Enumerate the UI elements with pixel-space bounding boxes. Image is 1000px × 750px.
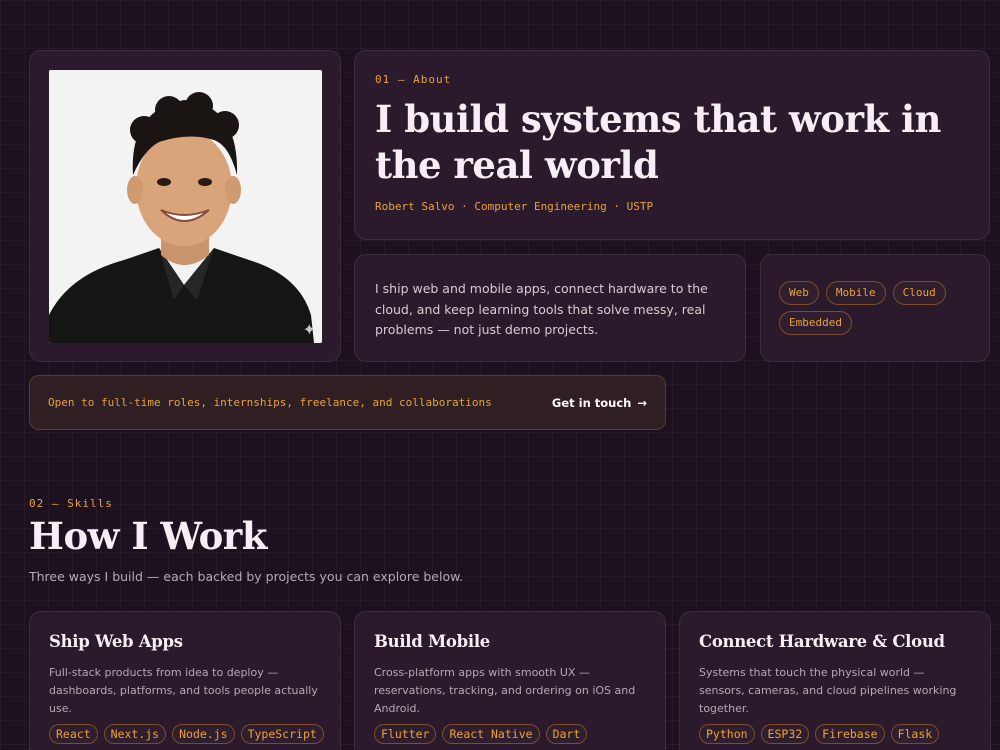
skill-card-tags: Flutter React Native Dart xyxy=(374,724,646,744)
tag-embedded: Embedded xyxy=(779,311,852,335)
skill-card-mobile[interactable]: Build Mobile Cross-platform apps with sm… xyxy=(354,611,666,750)
focus-tags-card: Web Mobile Cloud Embedded xyxy=(760,254,990,362)
tag-typescript: TypeScript xyxy=(240,724,324,744)
tag-web: Web xyxy=(779,281,819,305)
tag-flutter: Flutter xyxy=(374,724,437,744)
arrow-right-icon: → xyxy=(637,395,647,410)
skills-subtitle: Three ways I build — each backed by proj… xyxy=(29,569,464,584)
skill-card-tags: Python ESP32 Firebase Flask xyxy=(699,724,971,744)
get-in-touch-label: Get in touch xyxy=(551,395,632,410)
tag-python: Python xyxy=(699,724,755,744)
sparkle-icon: ✦ xyxy=(302,320,316,339)
about-meta: Robert Salvo · Computer Engineering · US… xyxy=(375,200,654,213)
tag-dart: Dart xyxy=(545,724,588,744)
about-title: I build systems that work in the real wo… xyxy=(375,97,941,187)
skill-card-title: Build Mobile xyxy=(374,632,491,651)
availability-text: Open to full-time roles, internships, fr… xyxy=(48,396,492,409)
skills-title: How I Work xyxy=(29,514,267,558)
skills-eyebrow: 02 — Skills xyxy=(29,497,113,510)
about-card: 01 — About I build systems that work in … xyxy=(354,50,990,240)
tag-flask: Flask xyxy=(890,724,940,744)
profile-photo: ✦ xyxy=(49,70,322,343)
skill-card-hardware[interactable]: Connect Hardware & Cloud Systems that to… xyxy=(679,611,991,750)
tag-react-native: React Native xyxy=(442,724,540,744)
skill-card-desc: Full-stack products from idea to deploy … xyxy=(49,666,318,715)
skill-card-web[interactable]: Ship Web Apps Full-stack products from i… xyxy=(29,611,341,750)
availability-banner: Open to full-time roles, internships, fr… xyxy=(29,375,666,430)
tag-cloud: Cloud xyxy=(892,281,946,305)
tag-firebase: Firebase xyxy=(815,724,885,744)
bio-card: I ship web and mobile apps, connect hard… xyxy=(354,254,746,362)
focus-tags: Web Mobile Cloud Embedded xyxy=(779,281,971,335)
skill-card-tags: React Next.js Node.js TypeScript xyxy=(49,724,324,744)
portrait-illustration xyxy=(49,70,322,343)
about-eyebrow: 01 — About xyxy=(375,73,452,86)
tag-nextjs: Next.js xyxy=(103,724,167,744)
skill-card-title: Connect Hardware & Cloud xyxy=(699,632,945,651)
tag-nodejs: Node.js xyxy=(172,724,235,744)
profile-photo-card: ✦ xyxy=(29,50,341,362)
tag-esp32: ESP32 xyxy=(760,724,810,744)
skill-card-desc: Systems that touch the physical world — … xyxy=(699,666,957,715)
tag-react: React xyxy=(49,724,98,744)
get-in-touch-button[interactable]: Get in touch → xyxy=(552,396,647,410)
bio-text: I ship web and mobile apps, connect hard… xyxy=(375,281,708,337)
skill-card-desc: Cross-platform apps with smooth UX — res… xyxy=(374,666,636,715)
skill-card-title: Ship Web Apps xyxy=(49,632,183,651)
tag-mobile: Mobile xyxy=(825,281,886,305)
